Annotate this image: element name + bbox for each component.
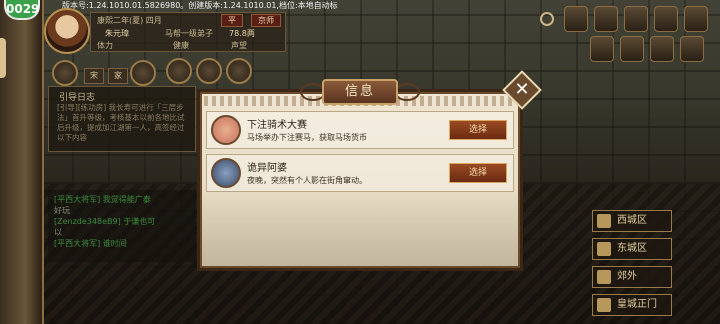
building-icon[interactable]: [620, 36, 644, 62]
scroll-icon[interactable]: [166, 58, 192, 84]
city-name[interactable]: 京师: [251, 14, 281, 27]
district-label: 皇城正门: [617, 299, 657, 310]
chat-line: [平西大将军] 我觉得能广泰: [54, 194, 151, 205]
tab-jia[interactable]: 家: [108, 68, 128, 84]
select-button-horse-race[interactable]: 选择: [449, 120, 507, 140]
chat-text: 以: [54, 228, 62, 237]
district-outskirts[interactable]: 郊外: [592, 266, 672, 288]
log-title: 引导日志: [59, 93, 96, 103]
tab-song[interactable]: 宋: [84, 68, 104, 84]
district-east[interactable]: 东城区: [592, 238, 672, 260]
horse-race-icon: [211, 115, 241, 145]
chat-panel[interactable]: [平西大将军] 我觉得能广泰 好玩 [Zenzde348eB9] 于谦也可 以 …: [48, 190, 196, 262]
chat-channel[interactable]: [Zenzde348eB9]: [54, 217, 121, 226]
district-label: 郊外: [617, 271, 637, 282]
bell-icon[interactable]: [130, 60, 156, 86]
shop-icon[interactable]: [590, 36, 614, 62]
event-row-horse-race: 下注骑术大赛 马场举办下注赛马，获取马场货币 选择: [206, 111, 514, 149]
chat-line: [平西大将军] 谁时间: [54, 238, 127, 249]
dialog-title: 信息: [322, 79, 398, 105]
chat-line: [Zenzde348eB9] 于谦也可: [54, 216, 155, 227]
event-title: 诡异阿婆: [247, 163, 287, 174]
palace-icon[interactable]: [680, 36, 704, 62]
chat-text: 于谦也可: [123, 217, 156, 226]
settings-gear-icon[interactable]: [540, 12, 554, 26]
online-badge[interactable]: 0029: [4, 0, 40, 20]
district-west[interactable]: 西城区: [592, 210, 672, 232]
player-name: 朱元璋: [105, 29, 129, 38]
chat-text: 好玩: [54, 206, 70, 215]
fame-label: 声望: [231, 41, 247, 50]
event-desc: 马场举办下注赛马，获取马场货币: [247, 133, 367, 142]
west-district-icon: [597, 214, 611, 228]
chat-text: 我觉得能广泰: [102, 195, 151, 204]
east-district-icon: [597, 242, 611, 256]
event-title: 下注骑术大赛: [247, 120, 307, 131]
team-icon[interactable]: [624, 6, 648, 32]
stamina-label: 体力: [97, 41, 113, 50]
game-date: 康熙二年(夏) 四月: [97, 16, 162, 25]
event-icon[interactable]: [654, 6, 678, 32]
player-title: 马帮一级弟子: [165, 29, 213, 38]
bag-icon[interactable]: [52, 60, 78, 86]
district-palace-gate[interactable]: 皇城正门: [592, 294, 672, 316]
log-text: [引导][练功房] 我长寿可进行「三层步法」首升等级，考核基本以前各地比试后升级…: [57, 103, 185, 142]
select-button-strange-granny[interactable]: 选择: [449, 163, 507, 183]
event-desc: 夜晚，突然有个人影在街角窜动。: [247, 176, 367, 185]
district-label: 东城区: [617, 243, 647, 254]
version-text: 版本号:1.24.1010.01.5826980。创建版本:1.24.1010.…: [62, 1, 338, 10]
player-panel: 康熙二年(夏) 四月 平 京师 朱元璋 马帮一级弟子 78.8两 体力 健康 声…: [90, 12, 286, 52]
chat-channel[interactable]: [平西大将军]: [54, 239, 100, 248]
chat-text: 谁时间: [102, 239, 127, 248]
temple-icon[interactable]: [650, 36, 674, 62]
book-icon[interactable]: [196, 58, 222, 84]
night-figure-icon: [211, 158, 241, 188]
event-row-strange-granny: 诡异阿婆 夜晚，突然有个人影在街角窜动。 选择: [206, 154, 514, 192]
dialog-mountain-art: [202, 186, 518, 266]
skills-icon[interactable]: [594, 6, 618, 32]
left-frame: [0, 0, 44, 324]
guide-log-panel[interactable]: 引导日志 [引导][练功房] 我长寿可进行「三层步法」首升等级，考核基本以前各地…: [48, 86, 196, 152]
character-icon[interactable]: [564, 6, 588, 32]
chat-line: 以: [54, 227, 62, 238]
chat-line: 好玩: [54, 205, 70, 216]
outskirts-icon: [597, 270, 611, 284]
mail-icon[interactable]: [684, 6, 708, 32]
chat-channel[interactable]: [平西大将军]: [54, 195, 100, 204]
player-money: 78.8两: [229, 29, 255, 38]
palace-gate-icon: [597, 298, 611, 312]
district-label: 西城区: [617, 215, 647, 226]
quest-icon[interactable]: [226, 58, 252, 84]
close-icon: ✕: [514, 79, 530, 100]
location-tag: 平: [221, 14, 243, 27]
side-handle[interactable]: [0, 38, 6, 78]
player-avatar[interactable]: [44, 8, 90, 54]
health-label: 健康: [173, 41, 189, 50]
